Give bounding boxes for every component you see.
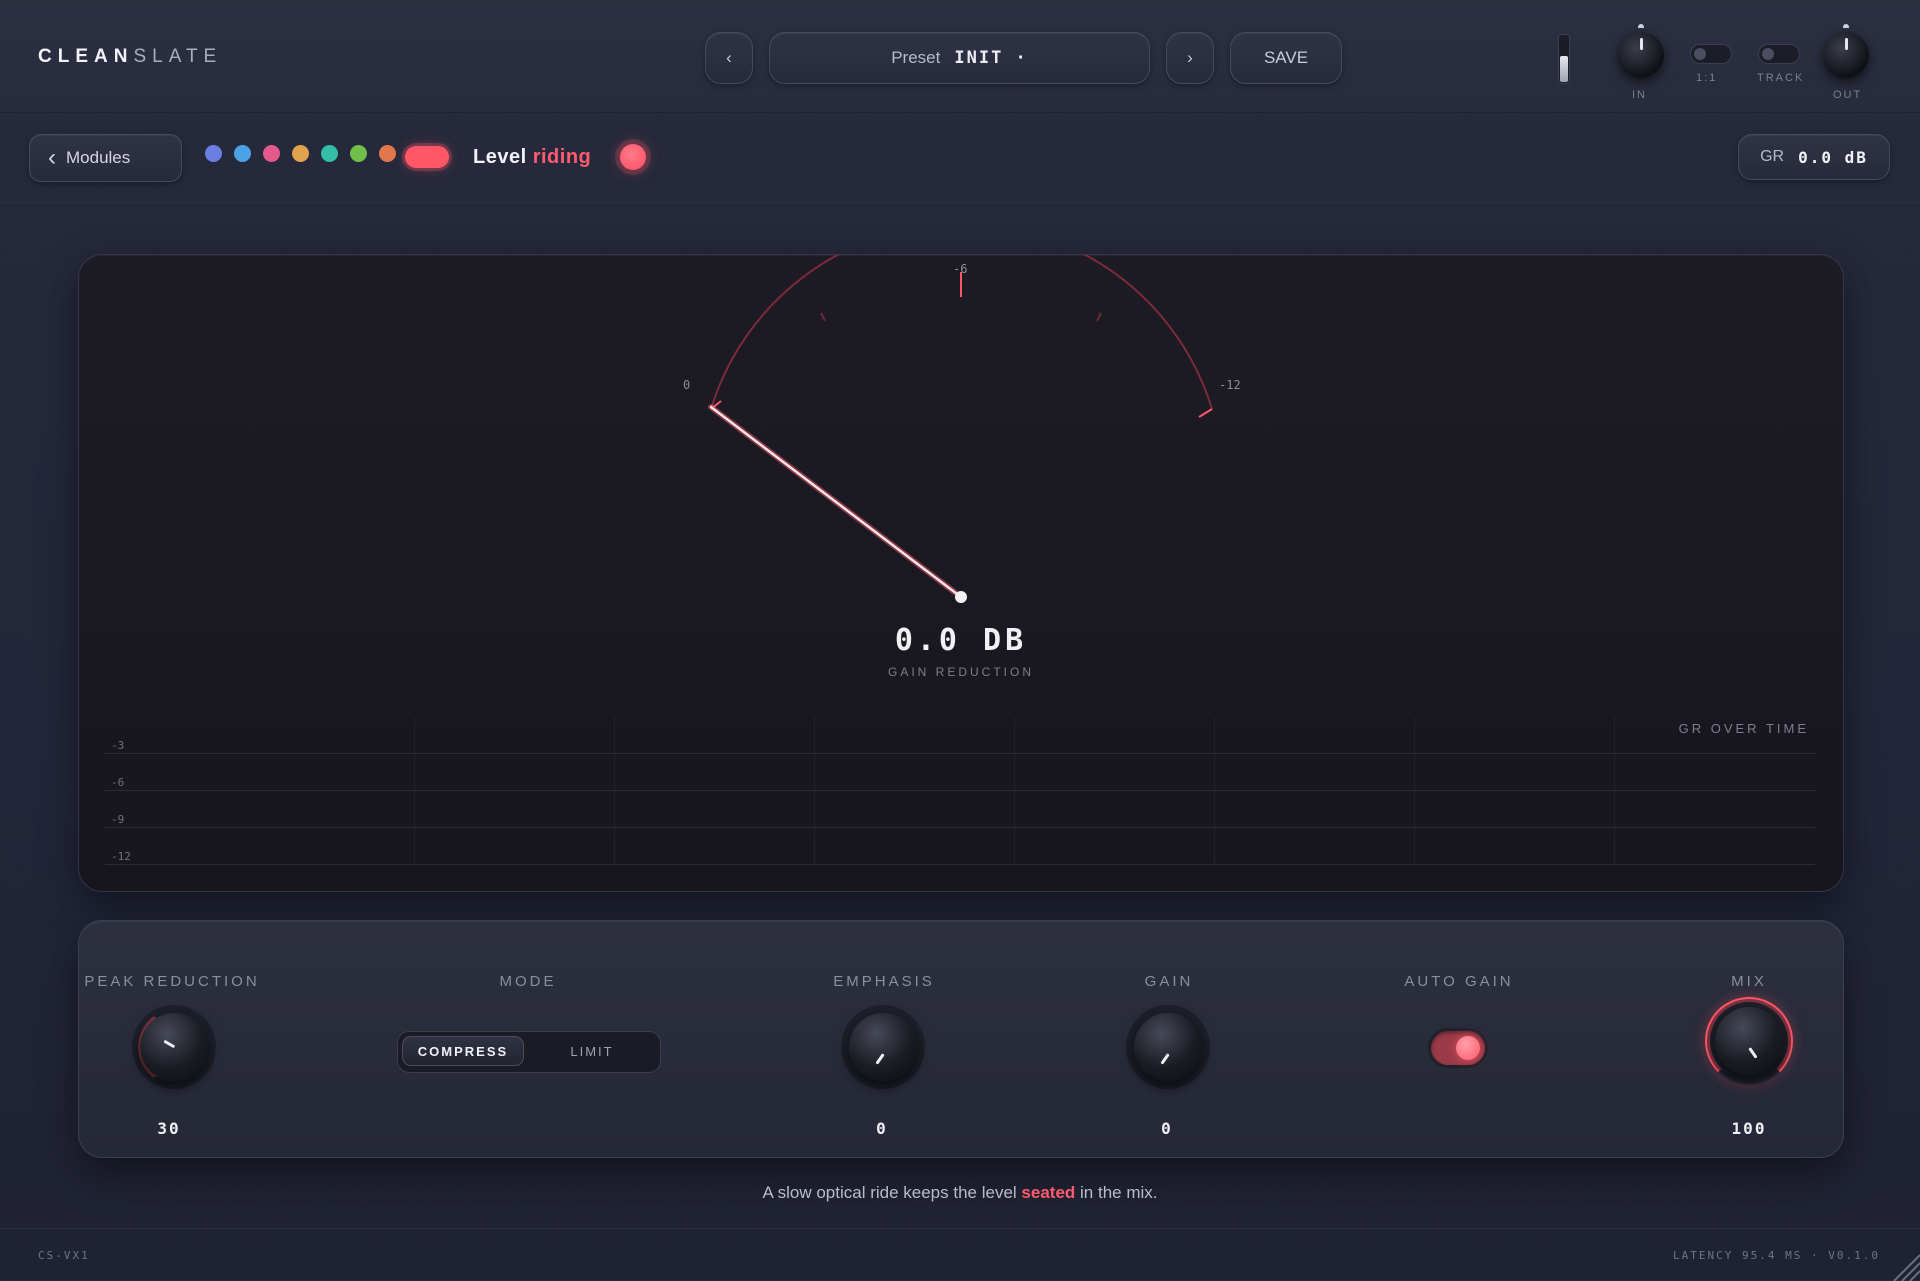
meter-tick [1096,312,1102,322]
controls-panel: PEAK REDUCTION 30 MODE COMPRESS LIMIT EM… [78,920,1844,1158]
ratio-switch[interactable] [1690,44,1732,64]
gain-reduction-readout: 0.0 DB [894,623,1028,658]
color-swatch[interactable] [379,145,396,162]
next-preset-button[interactable]: › [1166,32,1214,84]
track-switch[interactable] [1758,44,1800,64]
meter-panel: 0 -6 -12 0.0 DB GAIN REDUCTION GR OVER T… [78,254,1844,892]
mix-knob[interactable] [1715,1007,1783,1075]
gain-reduction-badge: GR 0.0 dB [1738,134,1890,180]
meter-tick-right [1198,408,1213,418]
scale-label-left: 0 [683,378,690,392]
preset-value: INIT · [954,48,1028,68]
mode-option-limit[interactable]: LIMIT [528,1036,656,1066]
input-level-meter [1558,34,1570,84]
resize-grip-icon[interactable] [1890,1251,1920,1281]
color-swatch[interactable] [205,145,222,162]
track-switch-label: TRACK [1757,72,1805,84]
auto-gain-label: AUTO GAIN [1404,973,1514,990]
output-knob-label: OUT [1833,89,1863,101]
latency-version: LATENCY 95.4 MS · V0.1.0 [1673,1249,1880,1262]
gr-history-graph: -3 -6 -9 -12 [105,717,1815,865]
color-swatch-active[interactable] [405,146,449,168]
mix-value: 100 [1731,1119,1767,1138]
meter-tick [820,312,826,322]
mode-label: MODE [499,973,557,990]
module-title: Level riding [473,146,592,168]
gain-knob[interactable] [1134,1013,1202,1081]
tagline: A slow optical ride keeps the level seat… [762,1183,1158,1202]
power-button-icon[interactable] [620,144,646,170]
history-y-label: -3 [111,739,125,752]
output-gain-knob[interactable] [1823,32,1869,78]
gain-reduction-caption: GAIN REDUCTION [887,665,1034,679]
preset-label: Preset [891,48,941,67]
model-code: CS-VX1 [38,1249,90,1262]
brand-logo: CLEANSLATE [38,46,223,67]
top-bar: CLEANSLATE ‹ Preset INIT · › SAVE IN 1:1… [0,0,1920,113]
knob-indicator-dot [1843,24,1849,30]
peak-reduction-knob[interactable] [140,1013,208,1081]
color-swatch[interactable] [234,145,251,162]
ratio-switch-label: 1:1 [1696,72,1718,84]
mode-selector: COMPRESS LIMIT [397,1031,661,1073]
emphasis-knob[interactable] [849,1013,917,1081]
history-y-label: -6 [111,776,125,789]
footer: CS-VX1 LATENCY 95.4 MS · V0.1.0 [0,1228,1920,1281]
color-swatch[interactable] [350,145,367,162]
input-gain-knob[interactable] [1618,32,1664,78]
scale-label-right: -12 [1219,378,1241,392]
preset-selector[interactable]: Preset INIT · [769,32,1150,84]
color-swatch[interactable] [292,145,309,162]
scale-label-top: -6 [953,262,967,276]
modules-back-button[interactable]: ‹ Modules [29,134,182,182]
needle-pivot [955,591,967,603]
history-y-label: -9 [111,813,125,826]
module-bar: ‹ Modules GR 0.0 dB [0,112,1920,203]
history-y-label: -12 [111,850,131,863]
color-swatch[interactable] [263,145,280,162]
color-swatch[interactable] [321,145,338,162]
mix-label: MIX [1731,973,1767,990]
gain-value: 0 [1161,1119,1173,1138]
emphasis-value: 0 [876,1119,888,1138]
chevron-left-icon: ‹ [726,48,732,67]
peak-reduction-label: PEAK REDUCTION [84,973,260,990]
auto-gain-toggle[interactable] [1431,1031,1485,1065]
gain-label: GAIN [1144,973,1194,990]
save-button[interactable]: SAVE [1230,32,1342,84]
meter-needle [709,405,963,599]
peak-reduction-value: 30 [157,1119,181,1138]
mode-option-compress[interactable]: COMPRESS [402,1036,524,1066]
input-knob-label: IN [1632,89,1647,101]
chevron-right-icon: › [1187,48,1193,67]
chevron-left-icon: ‹ [48,144,56,171]
knob-indicator-dot [1638,24,1644,30]
emphasis-label: EMPHASIS [833,973,935,990]
prev-preset-button[interactable]: ‹ [705,32,753,84]
